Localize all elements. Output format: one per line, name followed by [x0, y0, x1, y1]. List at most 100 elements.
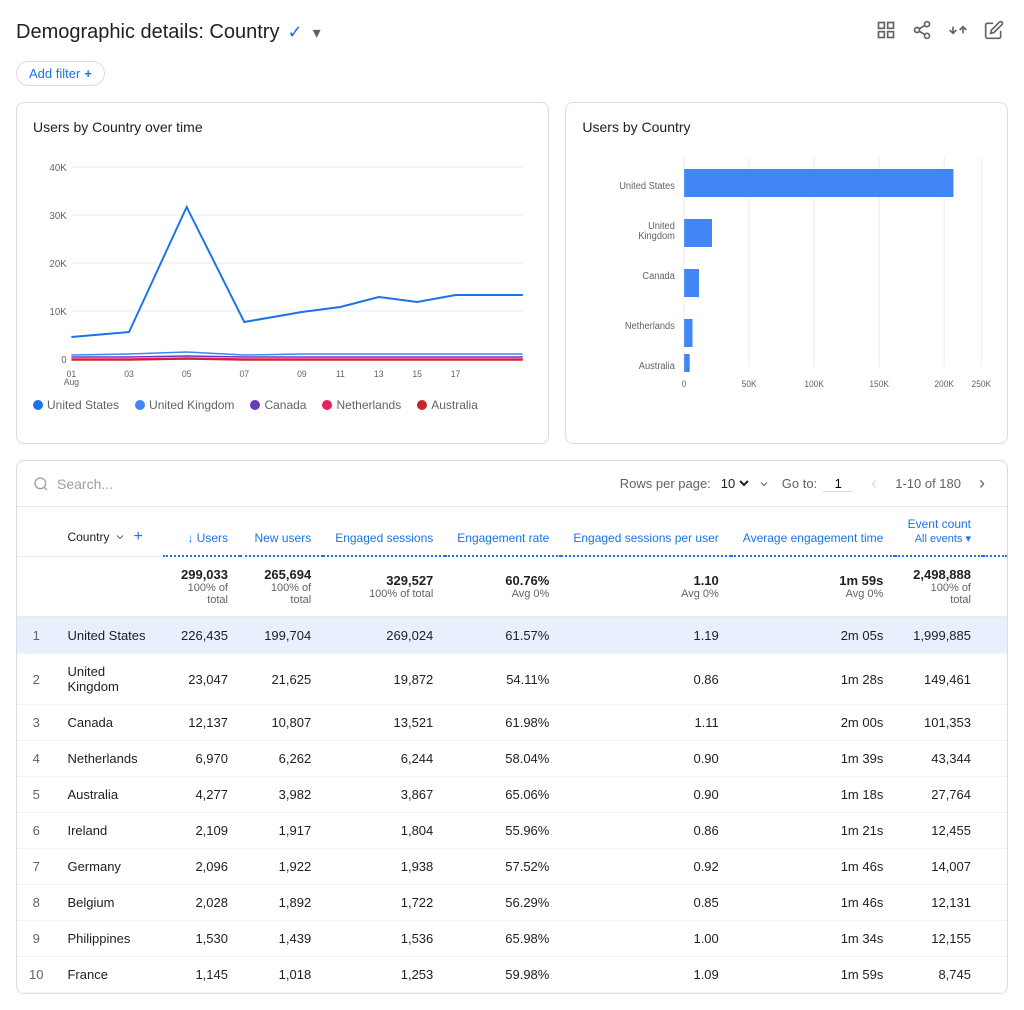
row-engagement-rate: 55.96%: [445, 813, 561, 849]
data-table: Country + ↓ Users New users Engaged sess…: [17, 507, 1007, 993]
row-rank: 7: [17, 849, 55, 885]
row-new-users: 3,982: [240, 777, 323, 813]
svg-text:200K: 200K: [935, 379, 955, 389]
verified-icon: ✓: [287, 22, 302, 43]
table-body: 1 United States 226,435 199,704 269,024 …: [17, 617, 1007, 993]
col-header-country[interactable]: Country +: [55, 507, 163, 556]
svg-text:100K: 100K: [805, 379, 825, 389]
add-filter-button[interactable]: Add filter +: [16, 61, 105, 86]
table-row: 9 Philippines 1,530 1,439 1,536 65.98% 1…: [17, 921, 1007, 957]
row-avg-engagement: 1m 28s: [731, 654, 896, 705]
row-engagement-rate: 61.57%: [445, 617, 561, 654]
svg-text:50K: 50K: [742, 379, 757, 389]
row-event-count: 43,344: [895, 741, 983, 777]
row-users: 226,435: [163, 617, 240, 654]
row-extra: [983, 813, 1007, 849]
line-chart-svg: 40K 30K 20K 10K 0 01: [33, 147, 532, 387]
col-header-event-count[interactable]: Event count All events ▾: [895, 507, 983, 556]
search-input[interactable]: [57, 476, 237, 492]
rows-per-page-select[interactable]: 10 25 50: [717, 475, 752, 492]
row-new-users: 1,922: [240, 849, 323, 885]
row-users: 2,096: [163, 849, 240, 885]
row-sessions-per-user: 0.86: [561, 654, 730, 705]
prev-page-button[interactable]: ‹: [865, 471, 883, 496]
row-rank: 3: [17, 705, 55, 741]
svg-text:Canada: Canada: [643, 271, 676, 282]
bar-chart-card: Users by Country Unit: [565, 102, 1008, 444]
row-extra: [983, 849, 1007, 885]
next-page-button[interactable]: ›: [973, 471, 991, 496]
add-column-button[interactable]: +: [130, 528, 147, 546]
goto-input[interactable]: [823, 476, 853, 492]
svg-text:250K: 250K: [972, 379, 991, 389]
pagination-controls: Rows per page: 10 25 50 Go to: ‹ 1-10 of…: [620, 471, 991, 496]
bar-chart-svg: United States United Kingdom Canada Neth…: [582, 147, 991, 407]
table-row: 3 Canada 12,137 10,807 13,521 61.98% 1.1…: [17, 705, 1007, 741]
svg-text:07: 07: [239, 369, 249, 379]
data-table-section: Rows per page: 10 25 50 Go to: ‹ 1-10 of…: [16, 460, 1008, 994]
row-sessions-per-user: 1.11: [561, 705, 730, 741]
row-sessions-per-user: 1.19: [561, 617, 730, 654]
row-engagement-rate: 61.98%: [445, 705, 561, 741]
row-avg-engagement: 1m 39s: [731, 741, 896, 777]
table-row: 7 Germany 2,096 1,922 1,938 57.52% 0.92 …: [17, 849, 1007, 885]
row-country: Australia: [55, 777, 163, 813]
row-new-users: 1,018: [240, 957, 323, 993]
table-row: 4 Netherlands 6,970 6,262 6,244 58.04% 0…: [17, 741, 1007, 777]
row-users: 1,145: [163, 957, 240, 993]
table-toolbar: Rows per page: 10 25 50 Go to: ‹ 1-10 of…: [17, 461, 1007, 507]
row-rank: 2: [17, 654, 55, 705]
row-country: Netherlands: [55, 741, 163, 777]
row-rank: 4: [17, 741, 55, 777]
col-header-new-users[interactable]: New users: [240, 507, 323, 556]
row-sessions-per-user: 0.85: [561, 885, 730, 921]
row-country: United Kingdom: [55, 654, 163, 705]
col-header-engaged-per-user[interactable]: Engaged sessions per user: [561, 507, 730, 556]
svg-text:09: 09: [297, 369, 307, 379]
row-rank: 9: [17, 921, 55, 957]
edit-icon[interactable]: [980, 16, 1008, 49]
row-avg-engagement: 1m 18s: [731, 777, 896, 813]
row-engaged-sessions: 3,867: [323, 777, 445, 813]
title-dropdown-button[interactable]: ▾: [311, 21, 323, 45]
row-users: 1,530: [163, 921, 240, 957]
share-icon[interactable]: [908, 16, 936, 49]
row-new-users: 10,807: [240, 705, 323, 741]
row-avg-engagement: 2m 05s: [731, 617, 896, 654]
col-header-users[interactable]: ↓ Users: [163, 507, 240, 556]
row-extra: [983, 617, 1007, 654]
table-row: 2 United Kingdom 23,047 21,625 19,872 54…: [17, 654, 1007, 705]
row-engaged-sessions: 6,244: [323, 741, 445, 777]
row-event-count: 1,999,885: [895, 617, 983, 654]
row-rank: 8: [17, 885, 55, 921]
compare-icon[interactable]: [944, 16, 972, 49]
svg-text:40K: 40K: [50, 163, 68, 174]
rows-per-page-label: Rows per page:: [620, 476, 711, 491]
col-header-avg-engagement[interactable]: Average engagement time: [731, 507, 896, 556]
row-country: Belgium: [55, 885, 163, 921]
col-header-engaged-sessions[interactable]: Engaged sessions: [323, 507, 445, 556]
row-users: 4,277: [163, 777, 240, 813]
row-event-count: 12,455: [895, 813, 983, 849]
svg-text:17: 17: [451, 369, 461, 379]
row-avg-engagement: 1m 46s: [731, 885, 896, 921]
row-avg-engagement: 1m 59s: [731, 957, 896, 993]
col-header-engagement-rate[interactable]: Engagement rate: [445, 507, 561, 556]
row-engagement-rate: 57.52%: [445, 849, 561, 885]
svg-text:Australia: Australia: [639, 361, 676, 372]
row-rank: 6: [17, 813, 55, 849]
chevron-down-icon: [114, 531, 126, 543]
row-country: France: [55, 957, 163, 993]
table-row: 10 France 1,145 1,018 1,253 59.98% 1.09 …: [17, 957, 1007, 993]
col-header-rank: [17, 507, 55, 556]
customize-icon[interactable]: [872, 16, 900, 49]
table-row: 6 Ireland 2,109 1,917 1,804 55.96% 0.86 …: [17, 813, 1007, 849]
line-chart-legend: United States United Kingdom Canada Neth…: [33, 398, 532, 412]
table-totals-row: 299,033100% of total 265,694100% of tota…: [17, 556, 1007, 617]
svg-text:11: 11: [336, 369, 345, 379]
row-extra: [983, 777, 1007, 813]
row-event-count: 14,007: [895, 849, 983, 885]
row-new-users: 1,439: [240, 921, 323, 957]
row-extra: [983, 957, 1007, 993]
svg-text:03: 03: [124, 369, 134, 379]
